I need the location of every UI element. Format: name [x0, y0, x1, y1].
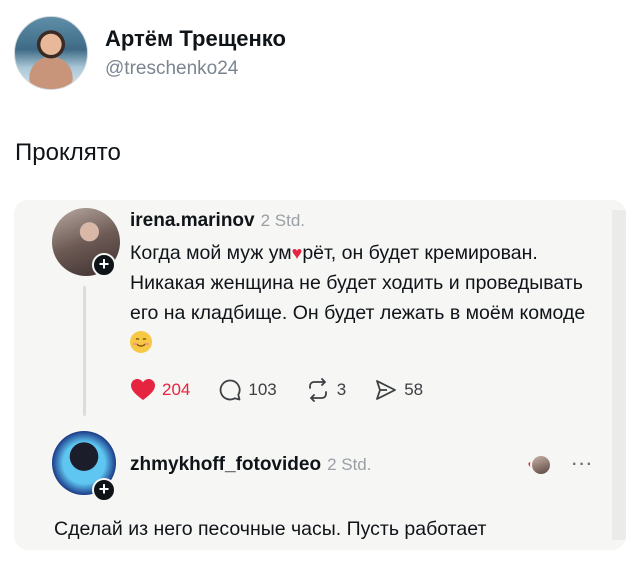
author-avatar[interactable]: [14, 16, 88, 90]
comment2-username[interactable]: zhmykhoff_fotovideo: [130, 454, 321, 475]
more-icon[interactable]: ···: [572, 456, 594, 474]
heart-icon: [131, 379, 155, 400]
comment1-actions: 204 103 3 58: [130, 378, 451, 402]
plus-icon[interactable]: +: [92, 253, 116, 277]
comment1-text: Когда мой муж ум♥рёт, он будет кремирова…: [130, 238, 600, 358]
like-button[interactable]: 204: [130, 378, 190, 402]
comment2-text: Сделай из него песочные часы. Пусть рабо…: [54, 518, 487, 540]
repost-count: 3: [336, 380, 347, 399]
comment2-reactions: ♥ ···: [528, 454, 594, 476]
repost-icon: [308, 378, 327, 402]
plus-icon[interactable]: +: [92, 478, 116, 502]
liked-by-avatar[interactable]: [530, 454, 553, 476]
author-handle[interactable]: @treschenko24: [105, 57, 286, 81]
comment1-text-part1: Когда мой муж ум: [130, 242, 292, 264]
author-name[interactable]: Артём Трещенко: [105, 25, 286, 53]
comment2-time: 2 Std.: [327, 455, 372, 474]
comment-button[interactable]: 103: [218, 378, 277, 402]
tweet-header: Артём Трещенко @treschenko24: [14, 16, 286, 90]
comment2-header: zhmykhoff_fotovideo 2 Std.: [130, 454, 371, 476]
smiling-emoji-icon: [130, 331, 152, 353]
comment1-time: 2 Std.: [260, 211, 306, 230]
repost-button[interactable]: 3: [305, 378, 346, 402]
comment-count: 103: [248, 380, 277, 399]
comment-icon: [220, 379, 241, 401]
author-names: Артём Трещенко @treschenko24: [105, 25, 286, 81]
share-count: 58: [404, 380, 424, 399]
comment1-username[interactable]: irena.marinov: [130, 210, 255, 231]
embed-edge: [612, 210, 626, 540]
comment1-header: irena.marinov 2 Std.: [130, 210, 305, 232]
heart-emoji-icon: ♥: [291, 243, 303, 263]
like-count: 204: [162, 380, 191, 399]
share-icon: [376, 380, 397, 400]
tweet-text: Проклято: [15, 139, 121, 166]
thread-line: [83, 286, 86, 416]
embedded-screenshot: + irena.marinov 2 Std. Когда мой муж ум♥р…: [14, 200, 626, 550]
share-button[interactable]: 58: [374, 378, 423, 402]
